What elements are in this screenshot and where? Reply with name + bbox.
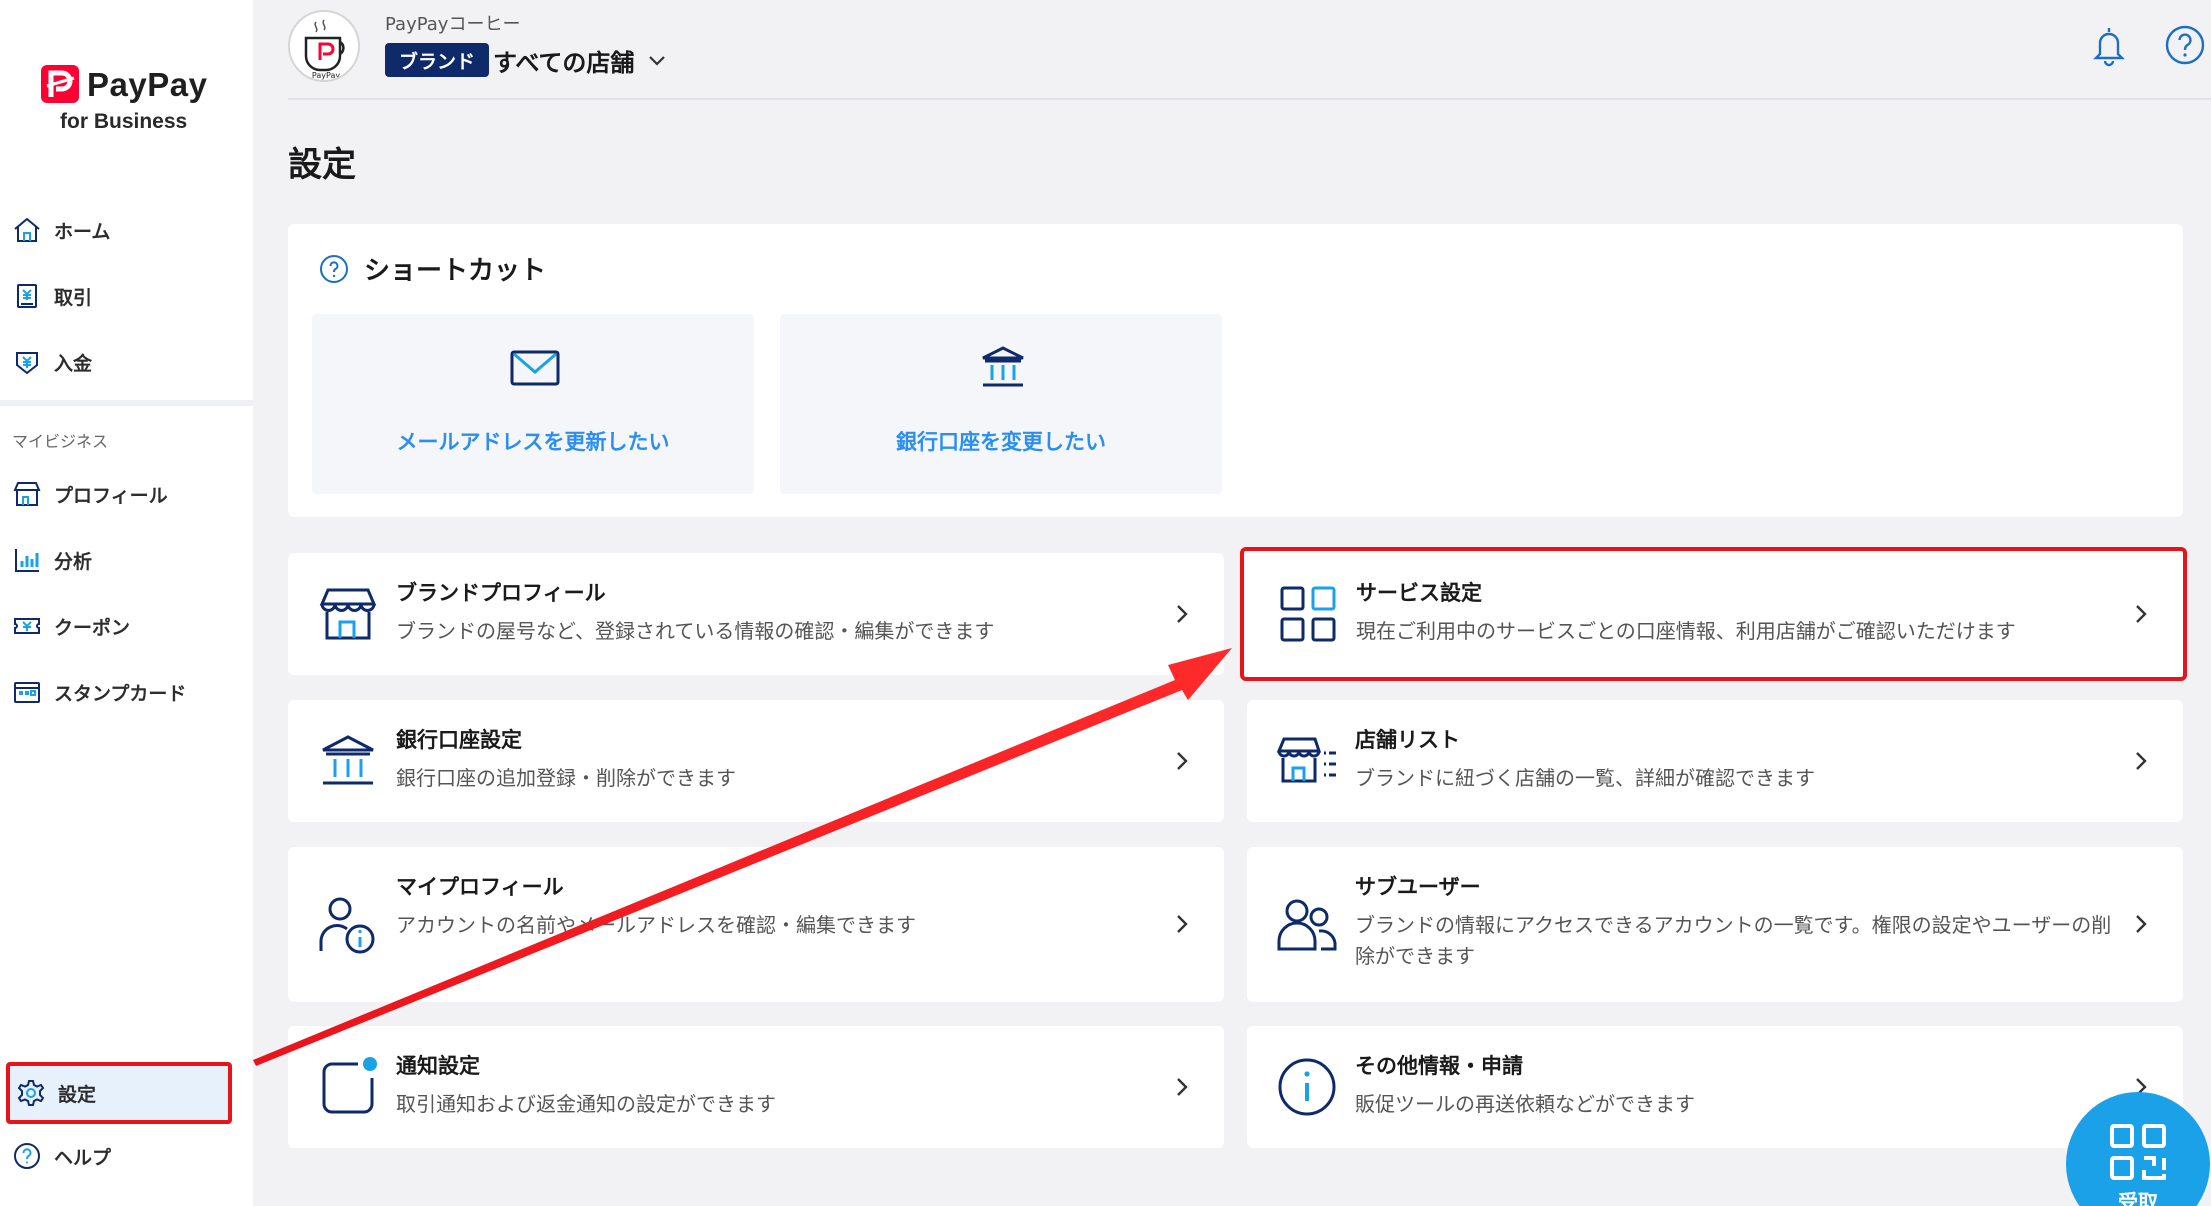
card-description: ブランドに紐づく店舗の一覧、詳細が確認できます xyxy=(1355,766,1815,790)
user-info-icon xyxy=(319,897,375,954)
card-description: 現在ご利用中のサービスごとの口座情報、利用店舗がご確認いただけます xyxy=(1356,619,2016,643)
receipt-icon xyxy=(17,284,37,308)
brand-name: PayPayコーヒー xyxy=(385,14,521,35)
sidebar-divider xyxy=(0,400,253,406)
chevron-down-icon xyxy=(649,56,666,66)
card-title: サブユーザー xyxy=(1355,875,1481,899)
chevron-right-icon xyxy=(1177,915,1188,933)
brand-badge: ブランド xyxy=(385,43,490,77)
store-selector-label: すべての店舗 xyxy=(493,48,635,77)
sidebar-item-deposit[interactable]: 入金 xyxy=(0,334,253,390)
card-description: 取引通知および返金通知の設定ができます xyxy=(396,1092,776,1116)
card-description: アカウントの名前やメールアドレスを確認・編集できます xyxy=(396,913,916,937)
sidebar-item-label: ホーム xyxy=(54,220,111,243)
store-icon xyxy=(319,588,377,640)
sidebar-item-home[interactable]: ホーム xyxy=(0,202,253,258)
card-title: ブランドプロフィール xyxy=(396,581,606,605)
store-list-icon xyxy=(1277,737,1336,783)
sidebar-item-label: プロフィール xyxy=(54,484,168,507)
card-my-profile[interactable]: マイプロフィール アカウントの名前やメールアドレスを確認・編集できます xyxy=(288,847,1224,1002)
users-icon xyxy=(1277,899,1337,951)
bank-icon xyxy=(322,735,374,785)
info-icon xyxy=(1278,1058,1336,1116)
bar-chart-icon xyxy=(15,549,39,572)
sidebar-item-help[interactable]: ヘルプ xyxy=(0,1128,253,1184)
grid-apps-icon xyxy=(1280,586,1336,642)
sidebar-item-label: ヘルプ xyxy=(54,1146,112,1169)
sidebar-item-label: クーポン xyxy=(54,616,131,639)
card-bank-settings[interactable]: 銀行口座設定 銀行口座の追加登録・削除ができます xyxy=(288,700,1224,822)
sidebar-section-label: マイビジネス xyxy=(12,432,109,451)
shortcut-title: ショートカット xyxy=(364,256,547,286)
gear-icon xyxy=(17,1080,45,1106)
sidebar-item-label: 取引 xyxy=(54,286,93,309)
shortcut-label: メールアドレスを更新したい xyxy=(396,430,670,454)
card-other-info[interactable]: その他情報・申請 販促ツールの再送依頼などができます xyxy=(1247,1026,2183,1148)
chevron-right-icon xyxy=(1177,1078,1188,1096)
sidebar: PayPay for Business ホーム 取引 入金 マイビジネス プロフ… xyxy=(0,0,253,1206)
help-circle-icon xyxy=(320,254,348,283)
card-title: 店舗リスト xyxy=(1355,728,1460,752)
sidebar-item-label: 入金 xyxy=(54,352,93,375)
coffee-cup-logo-icon: PayPay xyxy=(304,19,345,80)
logo-subtitle: for Business xyxy=(60,110,188,133)
yen-shield-icon xyxy=(16,352,38,375)
card-service-settings[interactable]: サービス設定 現在ご利用中のサービスごとの口座情報、利用店舗がご確認いただけます xyxy=(1240,547,2187,681)
sidebar-item-stampcard[interactable]: スタンプカード xyxy=(0,664,253,720)
sidebar-item-profile[interactable]: プロフィール xyxy=(0,466,253,522)
card-title: 銀行口座設定 xyxy=(396,728,522,752)
paypay-logo[interactable]: PayPay for Business xyxy=(40,64,220,144)
card-store-list[interactable]: 店舗リスト ブランドに紐づく店舗の一覧、詳細が確認できます xyxy=(1247,700,2183,822)
help-icon[interactable] xyxy=(2162,22,2208,68)
qr-receive-label: 受取 xyxy=(2118,1190,2158,1206)
help-circle-icon xyxy=(14,1143,40,1169)
sidebar-item-coupon[interactable]: クーポン xyxy=(0,598,253,654)
sidebar-item-label: 分析 xyxy=(54,550,93,573)
chevron-right-icon xyxy=(2136,752,2147,770)
logo-text: PayPay xyxy=(87,66,208,103)
card-title: サービス設定 xyxy=(1356,581,1482,605)
shortcut-section: ショートカット メールアドレスを更新したい 銀行口座を変更したい xyxy=(288,224,2183,517)
store-selector[interactable]: すべての店舗 xyxy=(493,43,668,77)
shortcut-update-email[interactable]: メールアドレスを更新したい xyxy=(312,314,754,494)
qr-code-icon xyxy=(2110,1124,2166,1180)
top-header: PayPay PayPayコーヒー ブランド すべての店舗 xyxy=(288,0,2211,100)
card-description: ブランドの屋号など、登録されている情報の確認・編集ができます xyxy=(396,619,995,643)
card-description: 販促ツールの再送依頼などができます xyxy=(1355,1092,1695,1116)
chevron-right-icon xyxy=(2136,915,2147,933)
shortcut-header: ショートカット xyxy=(318,250,546,287)
card-sub-users[interactable]: サブユーザー ブランドの情報にアクセスできるアカウントの一覧です。権限の設定やユ… xyxy=(1247,847,2183,1002)
stamp-card-icon xyxy=(14,682,40,703)
chevron-right-icon xyxy=(2136,605,2147,623)
card-title: その他情報・申請 xyxy=(1355,1054,1523,1078)
sidebar-item-label: 設定 xyxy=(58,1083,97,1106)
shortcut-change-bank[interactable]: 銀行口座を変更したい xyxy=(780,314,1222,494)
card-notification-settings[interactable]: 通知設定 取引通知および返金通知の設定ができます xyxy=(288,1026,1224,1148)
paypay-logo-icon xyxy=(41,65,79,103)
card-title: マイプロフィール xyxy=(396,875,564,899)
page-title: 設定 xyxy=(288,145,356,185)
sidebar-item-settings[interactable]: 設定 xyxy=(6,1062,232,1124)
store-logo[interactable]: PayPay xyxy=(288,10,360,82)
notification-icon xyxy=(322,1057,377,1114)
chevron-right-icon xyxy=(1177,605,1188,623)
bell-icon[interactable] xyxy=(2086,22,2132,68)
shortcut-label: 銀行口座を変更したい xyxy=(896,430,1106,454)
chevron-right-icon xyxy=(1177,752,1188,770)
mail-icon xyxy=(510,350,560,386)
sidebar-item-label: スタンプカード xyxy=(54,682,187,705)
sidebar-item-transactions[interactable]: 取引 xyxy=(0,268,253,324)
home-icon xyxy=(14,217,40,242)
bank-icon xyxy=(982,346,1024,387)
sidebar-item-analytics[interactable]: 分析 xyxy=(0,532,253,588)
card-description: ブランドの情報にアクセスできるアカウントの一覧です。権限の設定やユーザーの削除が… xyxy=(1355,913,2112,968)
coupon-icon xyxy=(14,618,40,634)
store-icon xyxy=(13,482,41,506)
store-logo-text: PayPay xyxy=(312,71,340,80)
card-brand-profile[interactable]: ブランドプロフィール ブランドの屋号など、登録されている情報の確認・編集ができま… xyxy=(288,553,1224,675)
card-title: 通知設定 xyxy=(396,1054,480,1078)
card-description: 銀行口座の追加登録・削除ができます xyxy=(396,766,736,790)
